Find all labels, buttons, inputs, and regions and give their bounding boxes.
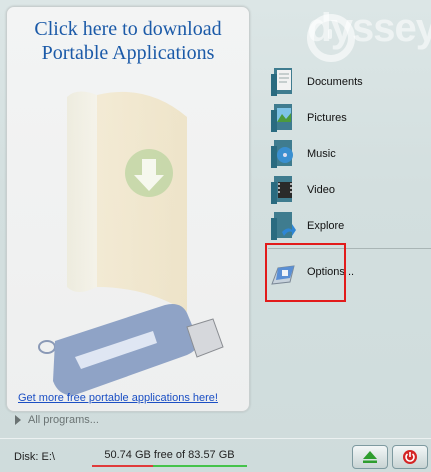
status-divider <box>0 438 431 439</box>
disk-used-fill <box>92 465 153 467</box>
disk-label: Disk: E:\ <box>14 451 55 463</box>
disk-free-space: 50.74 GB free of 83.57 GB <box>92 445 247 467</box>
menu-item-pictures[interactable]: Pictures <box>268 100 431 136</box>
menu-label-documents: Documents <box>307 76 363 88</box>
menu-item-options[interactable]: Options .. <box>268 254 431 290</box>
software-box-image <box>67 91 187 312</box>
disk-free-text: 50.74 GB free of 83.57 GB <box>104 449 235 461</box>
download-link-line-1[interactable]: Click here to download <box>7 17 249 41</box>
odyssey-watermark: dyssey <box>307 6 431 50</box>
chevron-right-icon <box>15 415 21 425</box>
eject-button[interactable] <box>352 445 388 469</box>
download-portable-apps-link[interactable]: Click here to download Portable Applicat… <box>7 17 249 65</box>
pictures-folder-icon <box>271 104 292 132</box>
menu-item-explore[interactable]: Explore <box>268 208 431 244</box>
options-icon <box>271 265 295 285</box>
download-link-line-2[interactable]: Portable Applications <box>7 41 249 65</box>
menu-label-pictures: Pictures <box>307 112 347 124</box>
portable-apps-panel: Click here to download Portable Applicat… <box>6 6 250 412</box>
eject-icon <box>363 451 377 463</box>
disk-usage-bar <box>92 465 247 467</box>
usb-drive-image <box>38 304 224 396</box>
menu-item-documents[interactable]: Documents <box>268 64 431 100</box>
video-folder-icon <box>271 176 292 204</box>
documents-folder-icon <box>271 68 292 96</box>
menu-divider <box>268 248 431 249</box>
menu-label-music: Music <box>307 148 336 160</box>
menu-label-explore: Explore <box>307 220 345 232</box>
all-programs-button[interactable]: All programs... <box>14 414 99 426</box>
power-close-icon <box>403 450 417 464</box>
menu-item-video[interactable]: Video <box>268 172 431 208</box>
more-free-apps-link[interactable]: Get more free portable applications here… <box>18 392 218 404</box>
menu-label-video: Video <box>307 184 335 196</box>
menu-label-options: Options .. <box>307 266 355 278</box>
all-programs-label: All programs... <box>28 414 99 426</box>
close-button[interactable] <box>392 445 428 469</box>
menu-item-music[interactable]: Music <box>268 136 431 172</box>
explore-folder-icon <box>271 212 296 240</box>
music-folder-icon <box>271 140 293 168</box>
